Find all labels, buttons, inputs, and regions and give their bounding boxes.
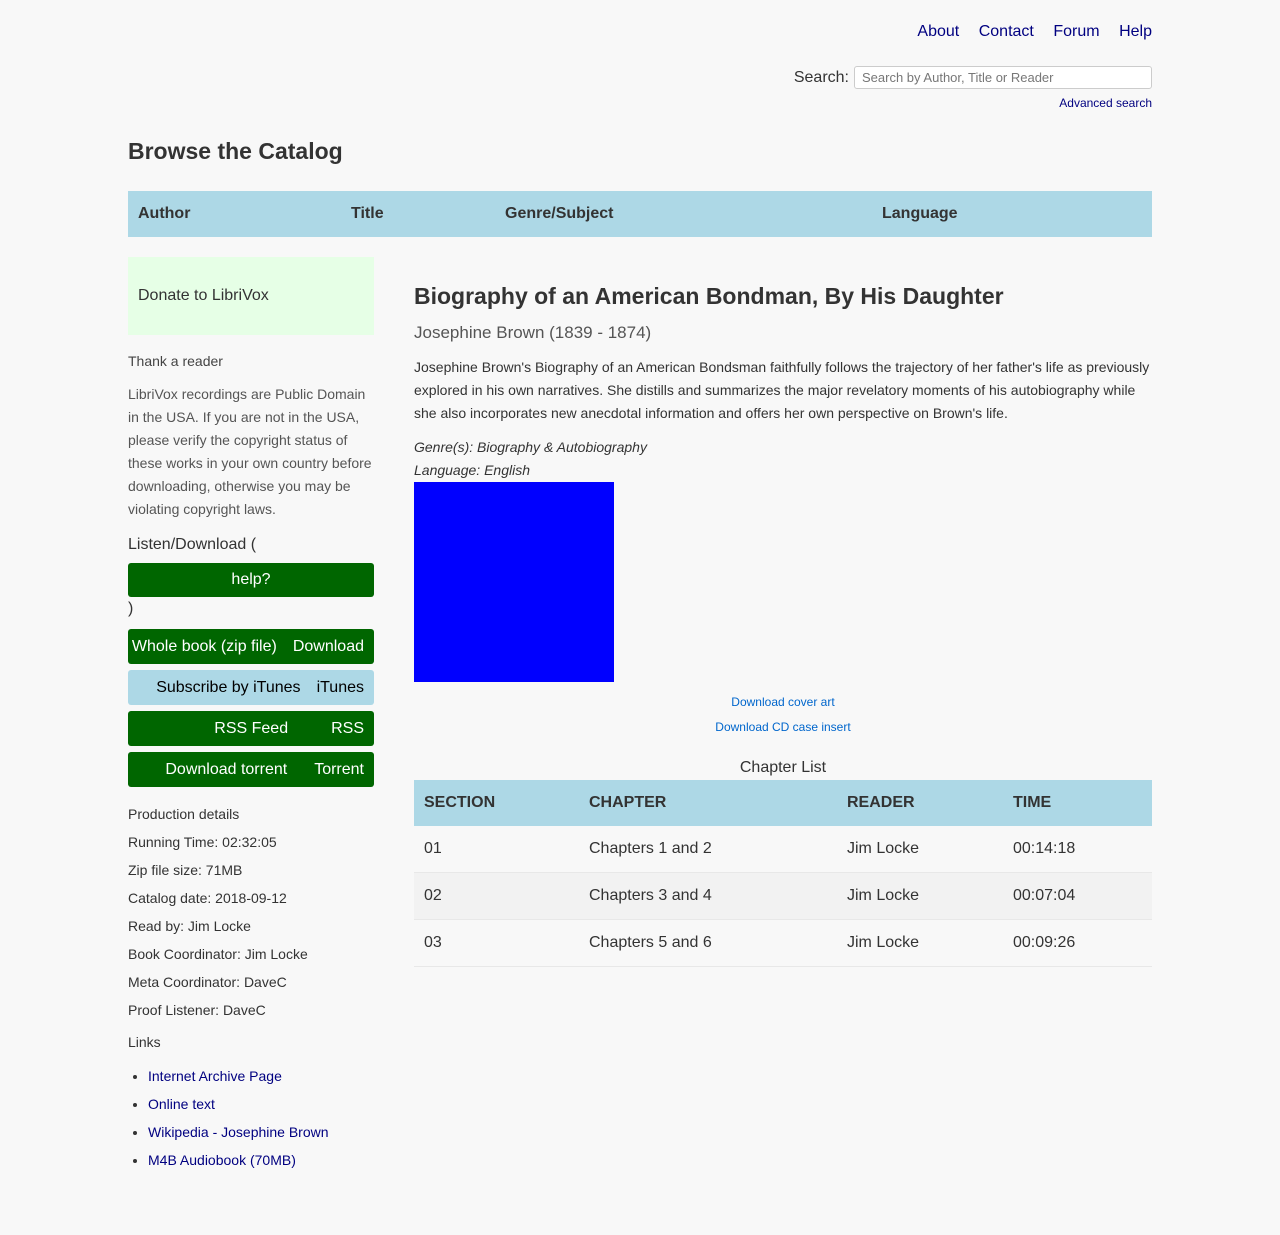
public-domain-note: LibriVox recordings are Public Domain in…	[128, 386, 372, 517]
book-language: Language: English	[414, 462, 530, 478]
list-item: Internet Archive Page	[148, 1067, 374, 1095]
chapter-cell[interactable]: Chapters 1 and 2	[579, 826, 837, 873]
main-content: Biography of an American Bondman, By His…	[414, 282, 1152, 967]
chapter-cell[interactable]: Chapters 3 and 4	[579, 872, 837, 920]
sidebar: Donate to LibriVox Thank a reader LibriV…	[128, 257, 374, 1179]
thank-reader-link[interactable]: Thank a reader	[128, 353, 374, 369]
download-torrent-button[interactable]: Download torrent Torrent	[128, 752, 374, 787]
tab-genre-subject[interactable]: Genre/Subject	[505, 205, 613, 223]
page-title: Browse the Catalog	[128, 138, 343, 164]
subscribe-itunes-button[interactable]: Subscribe by iTunes iTunes	[128, 670, 374, 705]
nav-contact-link[interactable]: Contact	[979, 23, 1034, 41]
chapter-cell[interactable]: Chapters 5 and 6	[579, 919, 837, 967]
search-input[interactable]	[854, 66, 1152, 89]
download-cd-insert-link[interactable]: Download CD case insert	[414, 715, 1152, 740]
listen-close-paren: )	[128, 600, 134, 617]
section-cell: 01	[414, 826, 579, 873]
list-item: M4B Audiobook (70MB)	[148, 1151, 374, 1179]
section-cell: 03	[414, 919, 579, 967]
itunes-label: Subscribe by iTunes	[156, 678, 301, 696]
tab-author[interactable]: Author	[138, 205, 190, 223]
browse-tabs-bar: Author Title Genre/Subject Language	[128, 191, 1152, 237]
catalog-date: Catalog date: 2018-09-12	[128, 890, 287, 906]
meta-coordinator: Meta Coordinator: DaveC	[128, 974, 287, 990]
m4b-audiobook-link[interactable]: M4B Audiobook (70MB)	[148, 1152, 296, 1168]
list-item: Wikipedia - Josephine Brown	[148, 1123, 374, 1151]
book-meta: Genre(s): Biography & Autobiography Lang…	[414, 436, 1152, 482]
page: About Contact Forum Help Search: Advance…	[0, 0, 1280, 1235]
advanced-search-link[interactable]: Advanced search	[1059, 96, 1152, 110]
wikipedia-link[interactable]: Wikipedia - Josephine Brown	[148, 1124, 329, 1140]
table-header-row: SECTION CHAPTER READER TIME	[414, 780, 1152, 826]
donate-button[interactable]: Donate to LibriVox	[128, 257, 374, 335]
book-coordinator: Book Coordinator: Jim Locke	[128, 946, 308, 962]
rss-feed-button[interactable]: RSS Feed RSS	[128, 711, 374, 746]
search-label: Search:	[793, 68, 849, 86]
chapter-list-caption: Chapter List	[739, 759, 827, 776]
header-reader: READER	[837, 780, 1003, 826]
tab-title[interactable]: Title	[351, 205, 384, 223]
book-genres: Genre(s): Biography & Autobiography	[414, 439, 647, 455]
book-author[interactable]: Josephine Brown (1839 - 1874)	[414, 323, 1152, 343]
list-item: Online text	[148, 1095, 374, 1123]
top-nav: About Contact Forum Help	[898, 23, 1152, 41]
time-cell: 00:09:26	[1003, 919, 1152, 967]
download-zip-tag: Download	[292, 637, 364, 655]
table-row: 03 Chapters 5 and 6 Jim Locke 00:09:26	[414, 919, 1152, 967]
production-details: Production details Running Time: 02:32:0…	[128, 800, 374, 1024]
online-text-link[interactable]: Online text	[148, 1096, 215, 1112]
internet-archive-link[interactable]: Internet Archive Page	[148, 1068, 282, 1084]
links-list: Internet Archive Page Online text Wikipe…	[128, 1067, 374, 1179]
download-zip-label: Whole book (zip file)	[131, 637, 277, 655]
zip-size: Zip file size: 71MB	[128, 862, 243, 878]
time-cell: 00:07:04	[1003, 872, 1152, 920]
section-cell: 02	[414, 872, 579, 920]
download-cover-art-link[interactable]: Download cover art	[414, 690, 1152, 715]
proof-listener: Proof Listener: DaveC	[128, 1002, 266, 1018]
reader-cell[interactable]: Jim Locke	[837, 919, 1003, 967]
production-heading: Production details	[128, 806, 240, 822]
read-by: Read by: Jim Locke	[128, 918, 251, 934]
itunes-tag: iTunes	[316, 678, 364, 696]
torrent-tag: Torrent	[314, 760, 364, 778]
nav-about-link[interactable]: About	[917, 23, 959, 41]
rss-label: RSS Feed	[214, 719, 289, 737]
links-heading: Links	[128, 1034, 161, 1050]
nav-forum-link[interactable]: Forum	[1053, 23, 1099, 41]
header-chapter: CHAPTER	[579, 780, 837, 826]
book-description: Josephine Brown's Biography of an Americ…	[414, 359, 1150, 421]
nav-help-link[interactable]: Help	[1119, 23, 1152, 41]
book-title: Biography of an American Bondman, By His…	[414, 283, 1004, 309]
table-row: 02 Chapters 3 and 4 Jim Locke 00:07:04	[414, 872, 1152, 920]
help-button[interactable]: help?	[128, 563, 374, 597]
cover-image	[414, 482, 614, 682]
listen-download-label: Listen/Download (	[128, 536, 257, 553]
search-row: Search:	[794, 66, 1152, 89]
chapter-table: SECTION CHAPTER READER TIME 01 Chapters …	[414, 780, 1152, 967]
table-row: 01 Chapters 1 and 2 Jim Locke 00:14:18	[414, 826, 1152, 873]
tab-language[interactable]: Language	[882, 205, 958, 223]
download-zip-button[interactable]: Whole book (zip file) Download	[128, 629, 374, 664]
running-time: Running Time: 02:32:05	[128, 834, 277, 850]
reader-cell[interactable]: Jim Locke	[837, 826, 1003, 873]
cover-links: Download cover art Download CD case inse…	[414, 690, 1152, 740]
header-time: TIME	[1003, 780, 1152, 826]
reader-cell[interactable]: Jim Locke	[837, 872, 1003, 920]
rss-tag: RSS	[331, 719, 364, 737]
torrent-label: Download torrent	[165, 760, 288, 778]
header-section: SECTION	[414, 780, 579, 826]
time-cell: 00:14:18	[1003, 826, 1152, 873]
